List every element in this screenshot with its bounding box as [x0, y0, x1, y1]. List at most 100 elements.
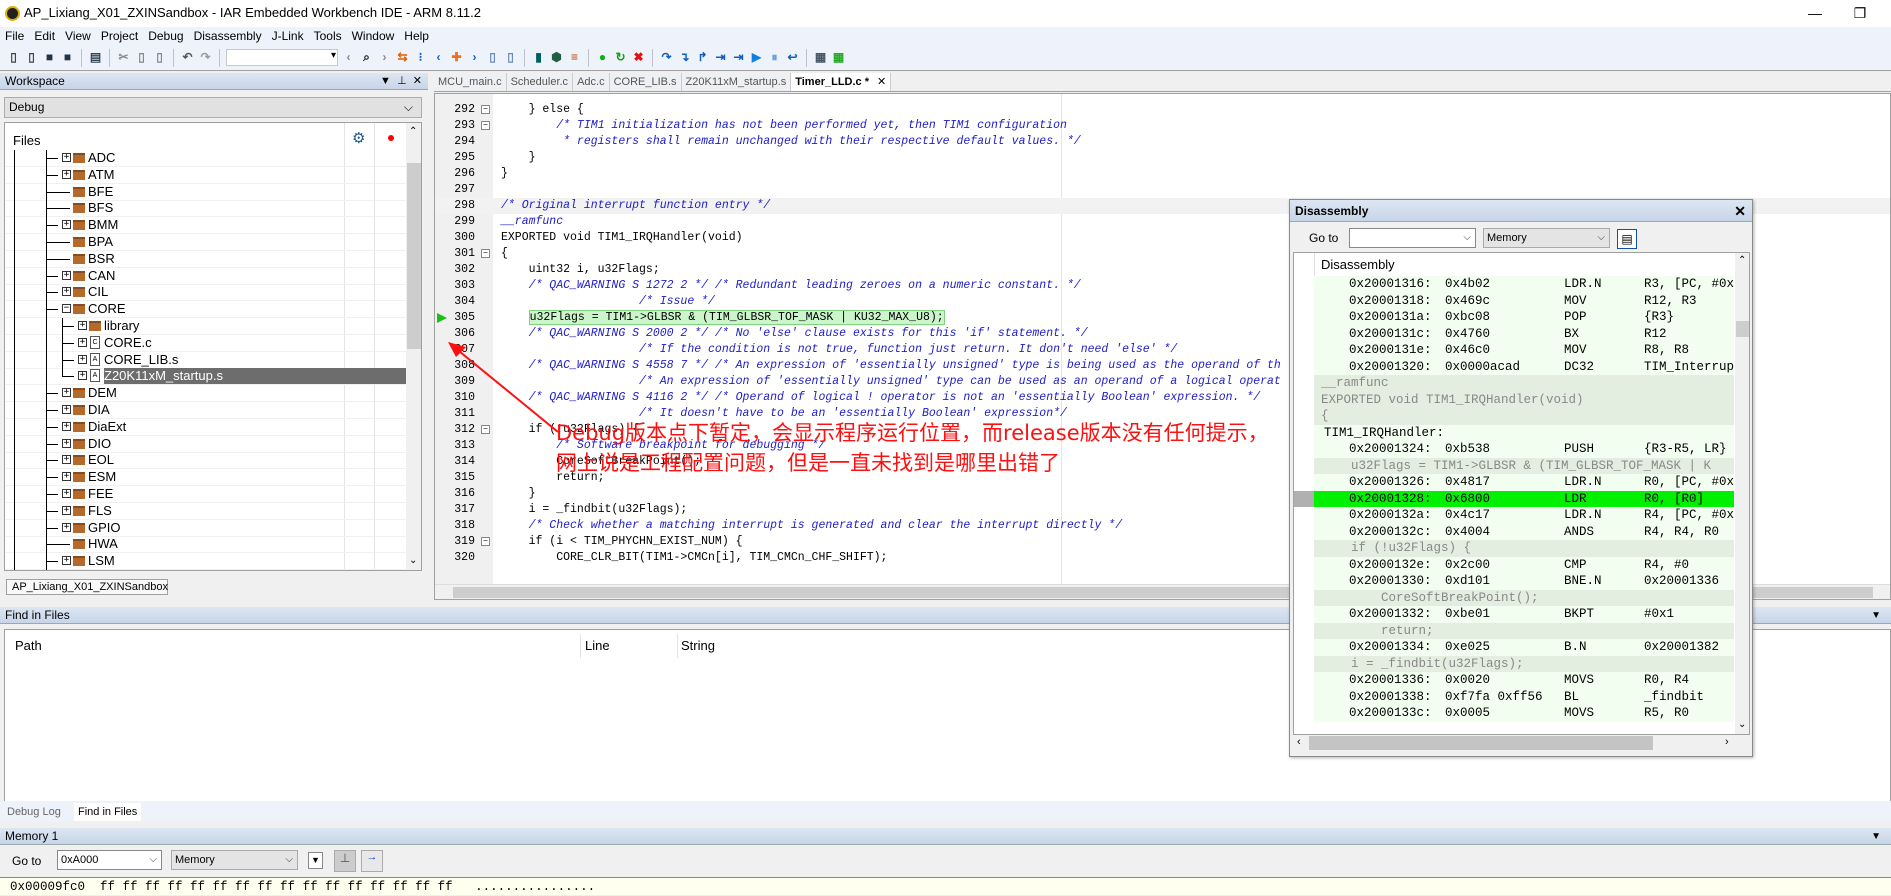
- copy-icon[interactable]: ▯: [134, 50, 149, 65]
- expand-icon[interactable]: +: [62, 455, 71, 465]
- expand-icon[interactable]: +: [62, 505, 71, 515]
- cut-icon[interactable]: ✂: [116, 50, 131, 65]
- menu-file[interactable]: File: [0, 27, 29, 45]
- disassembly-vertical-scrollbar[interactable]: ⌃ ⌄: [1735, 253, 1749, 734]
- dropdown-icon[interactable]: ▼: [380, 75, 391, 87]
- menu-edit[interactable]: Edit: [29, 27, 60, 45]
- options-dropdown-button[interactable]: ▼: [308, 852, 323, 869]
- paste-icon[interactable]: ▯: [152, 50, 167, 65]
- pin-icon[interactable]: ⊥: [397, 75, 407, 87]
- memory-row[interactable]: 0x00009fc0 ff ff ff ff ff ff ff ff ff ff…: [0, 877, 1891, 895]
- memory-zone-select[interactable]: Memory ⌵: [171, 850, 298, 870]
- tree-item-eol[interactable]: + EOL: [6, 452, 406, 470]
- previous-doc-icon[interactable]: ▯: [485, 50, 500, 65]
- disassembly-row[interactable]: 0x20001324: 0xb538 PUSH {R3-R5, LR}: [1314, 441, 1734, 458]
- tree-item-core[interactable]: − CORE: [6, 301, 406, 319]
- menu-view[interactable]: View: [60, 27, 96, 45]
- scroll-up-icon[interactable]: ⌃: [409, 126, 417, 137]
- close-icon[interactable]: ✕: [413, 75, 422, 87]
- tab-z20k11xm-startup-s[interactable]: Z20K11xM_startup.s: [681, 73, 792, 91]
- breakpoint-list-icon[interactable]: ≡: [567, 50, 582, 65]
- scroll-up-icon[interactable]: ⌃: [1738, 255, 1746, 266]
- return-icon[interactable]: ↩: [785, 50, 800, 65]
- menu-window[interactable]: Window: [347, 27, 400, 45]
- tab-debug-log[interactable]: Debug Log: [3, 803, 65, 821]
- menu-disassembly[interactable]: Disassembly: [189, 27, 267, 45]
- run-to-cursor-icon[interactable]: ⇥: [731, 50, 746, 65]
- disassembly-row[interactable]: 0x20001316: 0x4b02 LDR.N R3, [PC, #0x: [1314, 276, 1734, 293]
- disassembly-row[interactable]: 0x20001338: 0xf7fa 0xff56 BL _findbit: [1314, 688, 1734, 705]
- search-combo[interactable]: [226, 49, 338, 66]
- tree-item-lsm[interactable]: + LSM: [6, 553, 406, 570]
- tree-item-bpa[interactable]: BPA: [6, 234, 406, 251]
- find-icon[interactable]: ⌕: [359, 50, 374, 65]
- restore-button[interactable]: ❐: [1845, 3, 1875, 23]
- disassembly-list[interactable]: Disassembly 0x20001316: 0x4b02 LDR.N R3, [P…: [1293, 252, 1750, 735]
- disassembly-row[interactable]: 0x2000132c: 0x4004 ANDS R4, R4, R0: [1314, 523, 1734, 540]
- tree-item-esm[interactable]: + ESM: [6, 469, 406, 487]
- disassembly-row[interactable]: 0x20001334: 0xe025 B.N 0x20001382: [1314, 639, 1734, 656]
- live-update-icon[interactable]: →: [361, 850, 383, 872]
- fold-toggle-icon[interactable]: −: [481, 105, 490, 114]
- step-out-icon[interactable]: ↱: [695, 50, 710, 65]
- tab-core-lib-s[interactable]: CORE_LIB.s: [609, 73, 682, 91]
- tree-item-cil[interactable]: + CIL: [6, 284, 406, 302]
- toggle-bookmark-icon[interactable]: ✚: [449, 50, 464, 65]
- tree-item-dio[interactable]: + DIO: [6, 435, 406, 453]
- disassembly-row[interactable]: 0x20001326: 0x4817 LDR.N R0, [PC, #0x: [1314, 474, 1734, 491]
- step-over-icon[interactable]: ↷: [659, 50, 674, 65]
- column-line[interactable]: Line: [585, 638, 610, 653]
- disassembly-row[interactable]: 0x2000131e: 0x46c0 MOV R8, R8: [1314, 342, 1734, 359]
- previous-bookmark-icon[interactable]: ‹: [431, 50, 446, 65]
- next-bookmark-icon[interactable]: ›: [467, 50, 482, 65]
- column-path[interactable]: Path: [15, 638, 42, 653]
- disassembly-row[interactable]: 0x20001336: 0x0020 MOVS R0, R4: [1314, 672, 1734, 689]
- tab-mcu-main-c[interactable]: MCU_main.c: [434, 73, 507, 91]
- navigate-back-icon[interactable]: ‹: [341, 50, 356, 65]
- source-line[interactable]: __ramfunc: [1314, 375, 1734, 392]
- disassembly-horizontal-scrollbar[interactable]: ‹ ›: [1293, 735, 1750, 751]
- add-window-icon[interactable]: ▦: [831, 50, 846, 65]
- tree-item-can[interactable]: + CAN: [6, 267, 406, 285]
- column-string[interactable]: String: [681, 638, 715, 653]
- disassembly-zone-select[interactable]: Memory ⌵: [1483, 228, 1610, 248]
- reset-icon[interactable]: ↻: [613, 50, 628, 65]
- expand-icon[interactable]: +: [62, 153, 71, 162]
- memory-goto-input[interactable]: 0xA000 ⌵: [57, 850, 162, 870]
- scroll-right-icon[interactable]: ›: [1725, 736, 1729, 748]
- download-icon[interactable]: ▮: [531, 50, 546, 65]
- tree-item-bfe[interactable]: BFE: [6, 183, 406, 201]
- expand-icon[interactable]: +: [62, 472, 71, 482]
- expand-icon[interactable]: +: [62, 169, 71, 179]
- menu-jlink[interactable]: J-Link: [267, 27, 309, 45]
- tree-item-diaext[interactable]: + DiaExt: [6, 418, 406, 436]
- bookmarks-icon[interactable]: ⁝: [413, 50, 428, 65]
- new-file-icon[interactable]: ▯: [6, 50, 21, 65]
- copy-window-icon[interactable]: ▤: [1617, 229, 1637, 249]
- window-layout-icon[interactable]: ▦: [813, 50, 828, 65]
- expand-icon[interactable]: +: [62, 438, 71, 448]
- source-line[interactable]: if (!u32Flags) {: [1314, 540, 1734, 557]
- source-line[interactable]: CoreSoftBreakPoint();: [1314, 589, 1734, 606]
- scroll-left-icon[interactable]: ‹: [1297, 736, 1301, 748]
- tab-scheduler-c[interactable]: Scheduler.c: [506, 73, 574, 91]
- disassembly-row[interactable]: 0x2000132a: 0x4c17 LDR.N R4, [PC, #0x: [1314, 507, 1734, 524]
- disassembly-row[interactable]: 0x2000133c: 0x0005 MOVS R5, R0: [1314, 705, 1734, 722]
- expand-icon[interactable]: +: [78, 371, 87, 381]
- expand-icon[interactable]: +: [78, 354, 87, 364]
- expand-icon[interactable]: +: [62, 287, 71, 297]
- tree-item-bmm[interactable]: + BMM: [6, 217, 406, 235]
- disassembly-row[interactable]: 0x20001318: 0x469c MOV R12, R3: [1314, 292, 1734, 309]
- scroll-down-icon[interactable]: ⌄: [1738, 719, 1746, 730]
- download-debug-icon[interactable]: ⬢: [549, 50, 564, 65]
- tree-item-gpio[interactable]: + GPIO: [6, 519, 406, 537]
- expand-icon[interactable]: +: [62, 405, 71, 414]
- scroll-thumb[interactable]: [1309, 736, 1653, 750]
- tree-item-core-c[interactable]: + C CORE.c: [6, 334, 406, 352]
- menu-help[interactable]: Help: [399, 27, 434, 45]
- tab-close-icon[interactable]: ✕: [877, 76, 886, 88]
- tree-item-z20k11xm-startup-s[interactable]: + A Z20K11xM_startup.s: [6, 368, 406, 386]
- save-icon[interactable]: ■: [42, 50, 57, 65]
- dropdown-icon[interactable]: ▼: [1871, 607, 1881, 624]
- fold-toggle-icon[interactable]: −: [481, 121, 490, 130]
